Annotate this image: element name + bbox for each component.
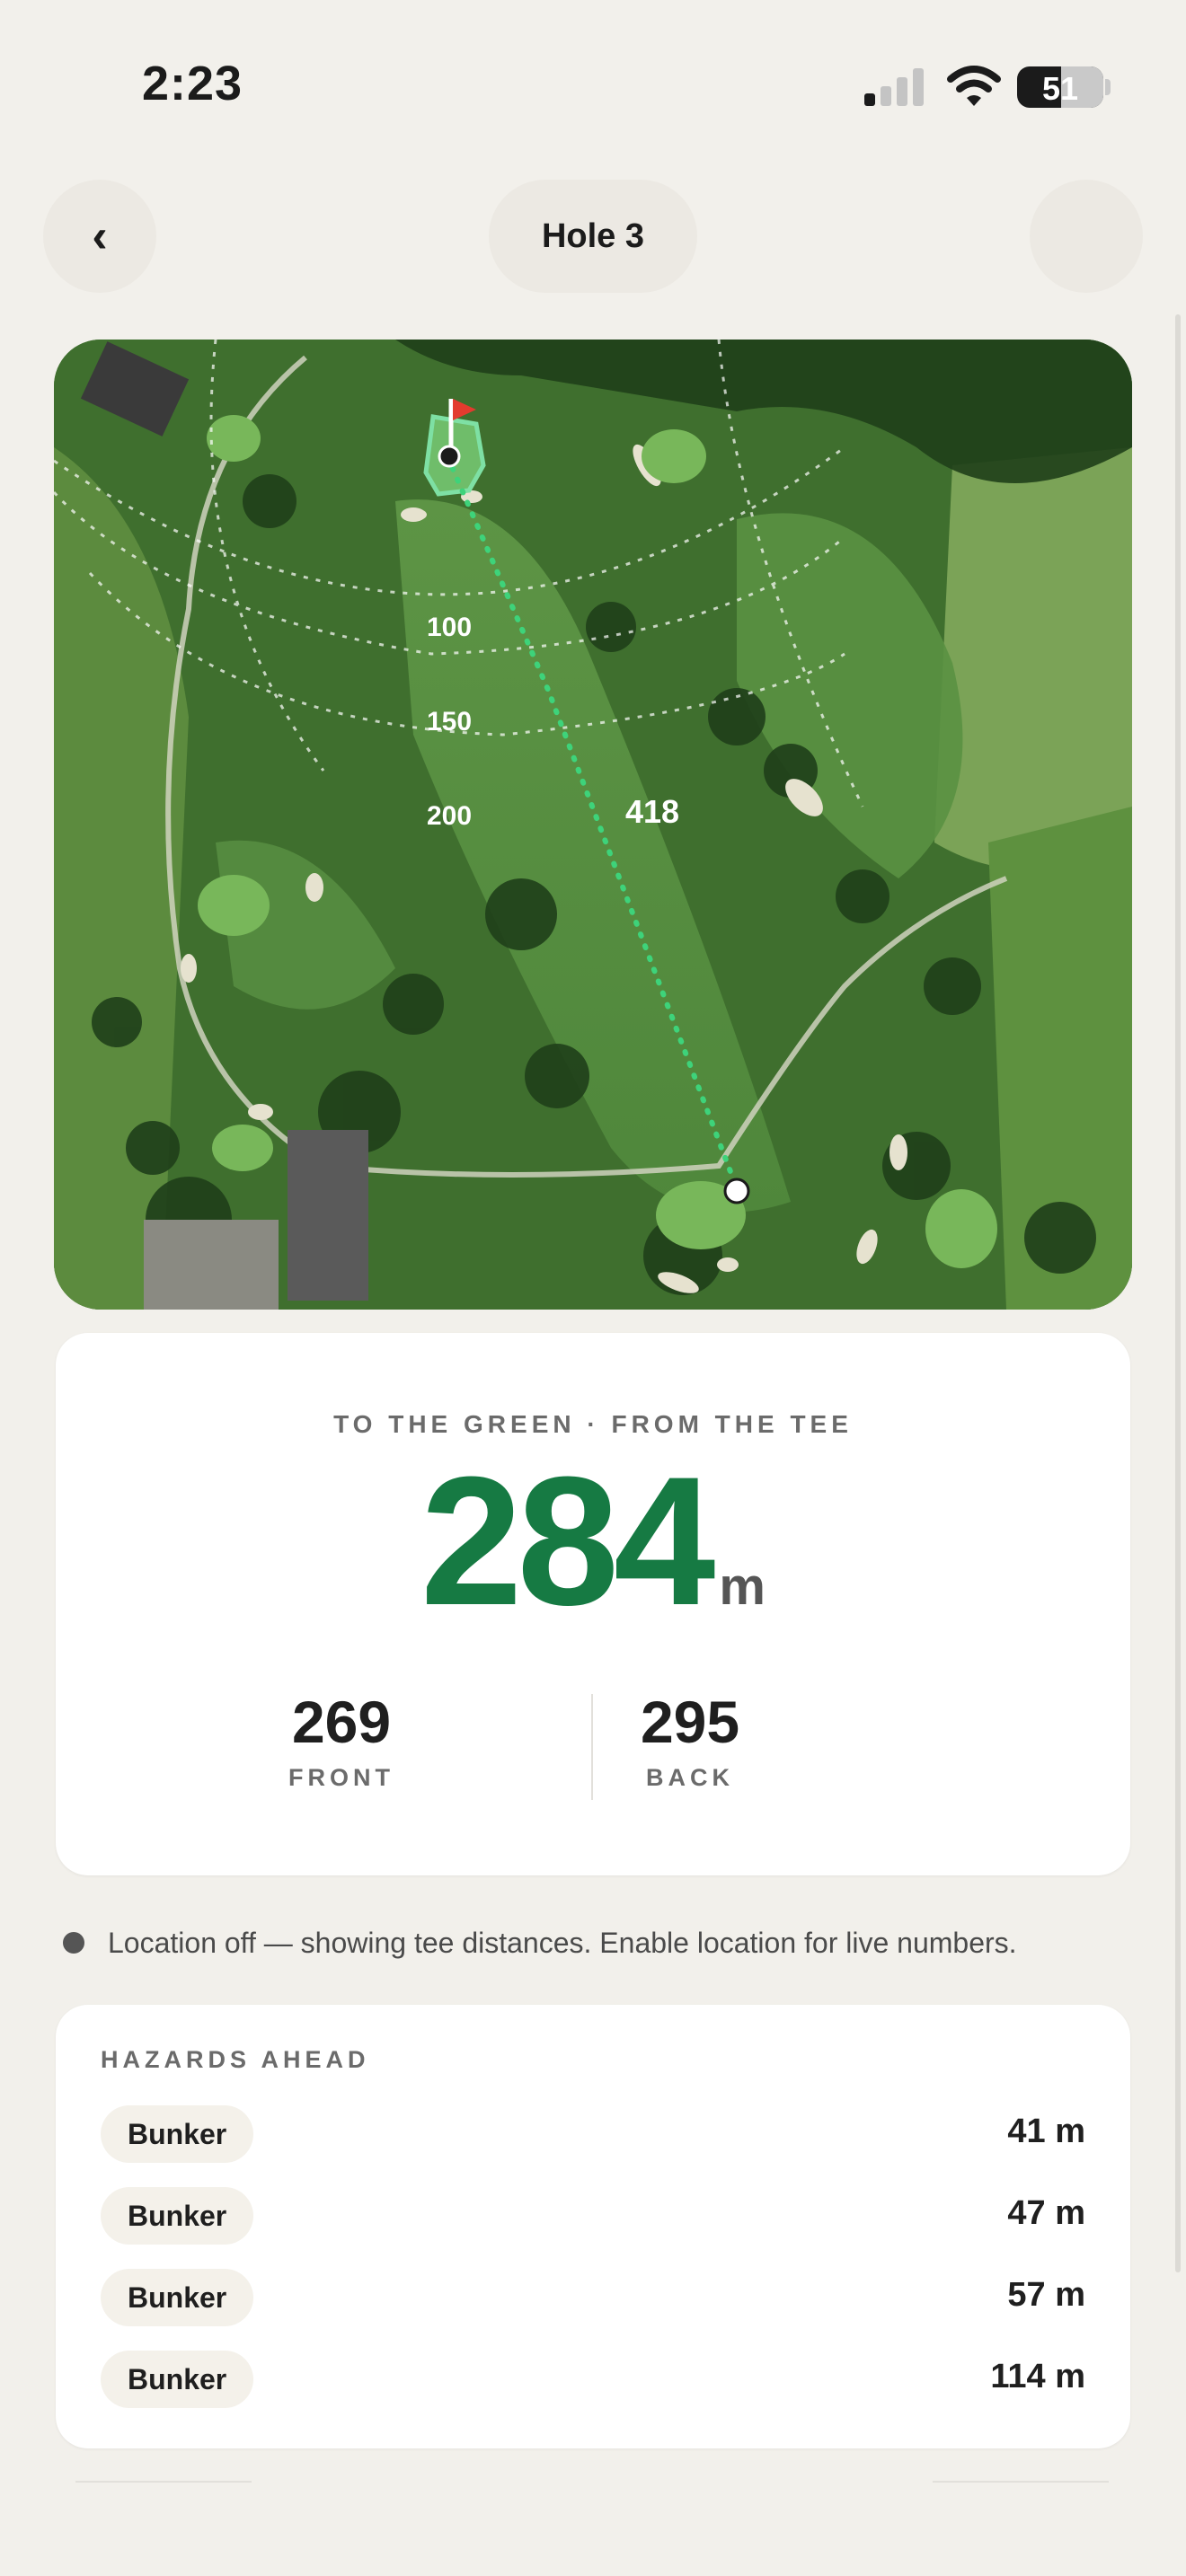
hazard-type-pill: Bunker [101,2105,254,2163]
hazard-distance: 57 m [1007,2276,1085,2314]
back-distance-value: 295 [640,1689,740,1755]
bottom-divider-right [933,2481,1109,2483]
distance-caption: TO THE GREEN · FROM THE TEE [333,1410,853,1438]
status-time: 2:23 [142,57,243,110]
battery-cap [1105,79,1111,95]
front-distance-value: 269 [291,1689,392,1755]
back-distance-label: BACK [646,1764,734,1791]
hole-title[interactable]: Hole 3 [489,180,697,293]
hazard-type-pill: Bunker [101,2351,254,2408]
status-bar: 2:23 51 [0,0,1186,171]
hazard-distance: 41 m [1007,2113,1085,2150]
hole-map-graphic: 100 150 200 418 [54,340,1132,1310]
bottom-divider-left [75,2481,252,2483]
distance-card: TO THE GREEN · FROM THE TEE 284 m 269 FRO… [56,1333,1130,1875]
back-distance: 295 BACK [555,1692,825,1792]
hazards-card: HAZARDS AHEAD Bunker 41 m Bunker 47 m Bu… [56,2005,1130,2448]
hazard-row[interactable]: Bunker 41 m [101,2105,1085,2163]
scroll-indicator [1175,314,1181,2272]
hole-length-label: 418 [625,793,679,830]
location-off-dot-icon [63,1932,84,1954]
back-button[interactable]: ‹ [43,180,156,293]
front-distance-label: FRONT [288,1764,394,1791]
hazard-row[interactable]: Bunker 114 m [101,2351,1085,2408]
hole-map[interactable]: 100 150 200 418 [54,340,1132,1310]
hazard-type-pill: Bunker [101,2187,254,2245]
hazard-row[interactable]: Bunker 57 m [101,2269,1085,2326]
ring-label-150: 150 [427,707,472,737]
chevron-left-icon: ‹ [92,210,108,262]
front-distance: 269 FRONT [207,1692,476,1792]
hazard-distance: 114 m [990,2358,1085,2395]
cellular-signal-icon [864,68,924,106]
location-notice-text: Location off — showing tee distances. En… [108,1926,1017,1959]
hazards-title: HAZARDS AHEAD [101,2046,370,2073]
hazard-type-pill: Bunker [101,2269,254,2326]
wifi-icon [947,66,1001,106]
hazard-distance: 47 m [1007,2194,1085,2232]
battery-icon: 51 [1017,66,1103,108]
hole-title-label: Hole 3 [541,216,645,255]
options-button[interactable] [1030,180,1143,293]
center-distance-unit: m [719,1557,766,1616]
ring-label-200: 200 [427,801,472,831]
center-distance-value: 284 [420,1439,715,1644]
center-distance: 284 m [56,1450,1130,1633]
battery-percent: 51 [1041,70,1079,107]
hazard-row[interactable]: Bunker 47 m [101,2187,1085,2245]
location-notice[interactable]: Location off — showing tee distances. En… [63,1922,1017,1963]
ring-label-100: 100 [427,613,472,642]
